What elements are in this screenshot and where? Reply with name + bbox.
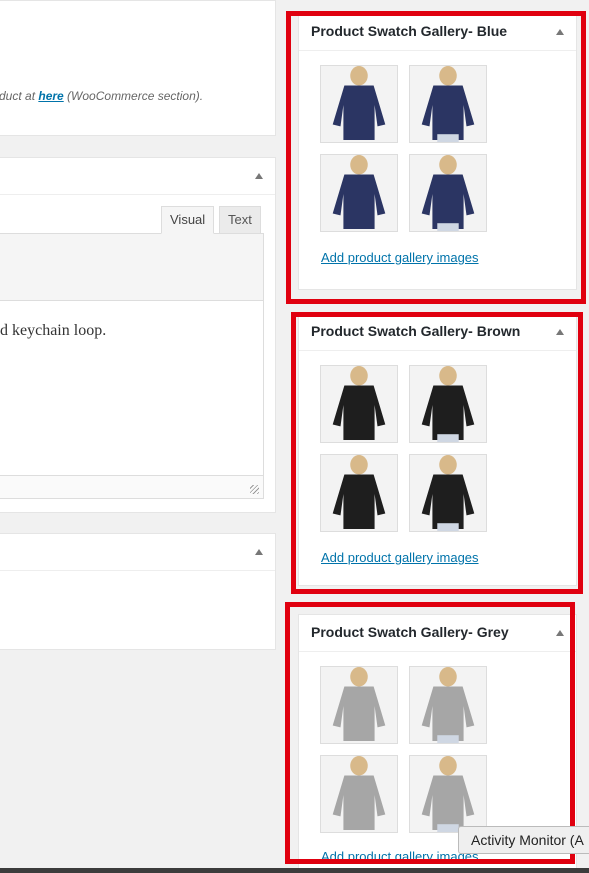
collapse-arrow-icon[interactable] [255, 549, 263, 555]
highlight-box-brown [291, 312, 583, 594]
editor-statusbar [0, 475, 263, 498]
lower-panel-header [0, 534, 275, 571]
highlight-box-grey [285, 602, 575, 864]
notice-prefix: duct at [0, 89, 39, 103]
editor-content-area[interactable]: d keychain loop. [0, 301, 264, 499]
tab-visual[interactable]: Visual [161, 206, 215, 234]
editor-text: d keychain loop. [0, 322, 107, 339]
tab-text[interactable]: Text [219, 206, 261, 234]
lower-panel [0, 533, 276, 650]
settings-here-link[interactable]: here [38, 89, 63, 103]
notice-suffix: (WooCommerce section). [63, 89, 204, 103]
activity-monitor-tooltip: Activity Monitor (A [458, 826, 589, 854]
highlight-box-blue [286, 11, 586, 304]
collapse-arrow-icon[interactable] [255, 173, 263, 179]
notice-text: duct at here (WooCommerce section). [0, 89, 203, 103]
editor-toolbar-area [0, 233, 264, 301]
bottom-bar [0, 868, 589, 873]
notice-panel: duct at here (WooCommerce section). [0, 0, 276, 136]
editor-panel-header [0, 158, 275, 195]
resize-handle-icon[interactable] [250, 485, 259, 494]
